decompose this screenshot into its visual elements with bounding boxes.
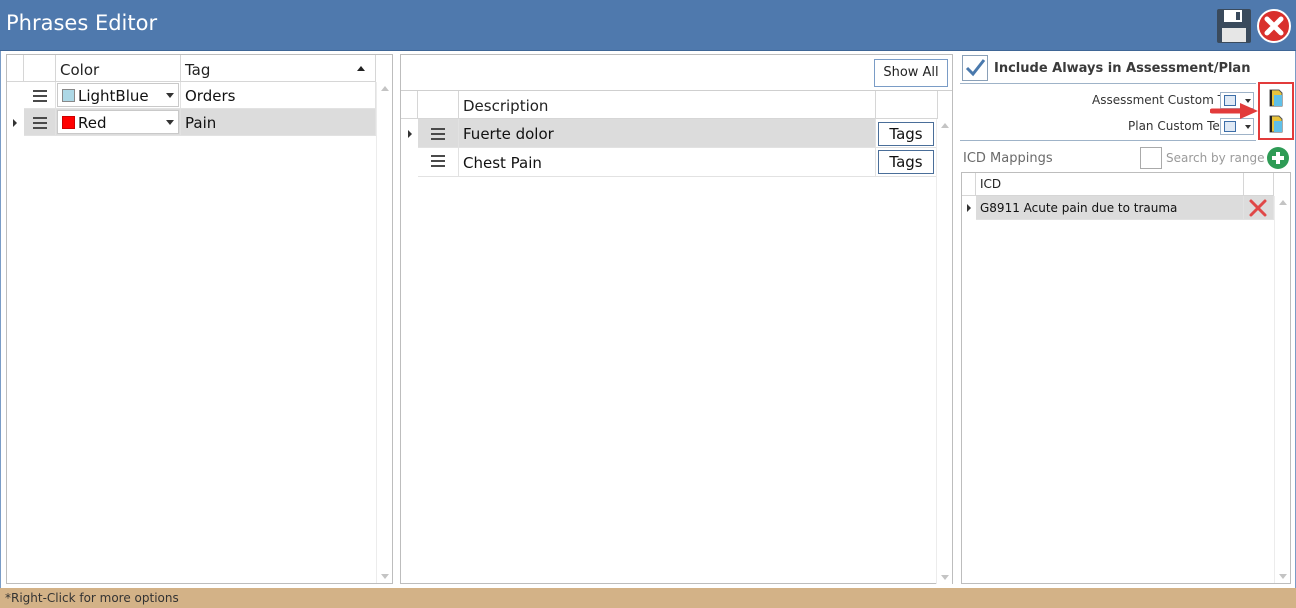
color-dropdown[interactable]: Red xyxy=(57,110,179,134)
document-icon xyxy=(1269,89,1283,107)
phrases-panel: Show All Description Fuerte dolor Tags C… xyxy=(400,54,953,584)
drag-handle[interactable] xyxy=(24,109,56,136)
description-cell[interactable]: Fuerte dolor xyxy=(459,119,876,148)
current-row-icon xyxy=(967,204,971,212)
description-column-header[interactable]: Description xyxy=(459,91,876,119)
vertical-scrollbar[interactable] xyxy=(1274,196,1290,583)
color-cell: LightBlue xyxy=(56,82,181,109)
vertical-scrollbar[interactable] xyxy=(936,119,952,584)
row-header-corner xyxy=(962,173,976,196)
scroll-up-icon[interactable] xyxy=(381,86,389,91)
include-always-checkbox[interactable] xyxy=(962,55,988,81)
color-swatch xyxy=(62,116,75,129)
save-icon xyxy=(1217,9,1251,43)
search-by-range-label: Search by range xyxy=(1166,151,1265,165)
color-dropdown[interactable]: LightBlue xyxy=(57,83,179,107)
current-row-icon xyxy=(408,130,412,138)
tags-grid: Color Tag LightBlue Orders Red Pain xyxy=(6,54,393,584)
drag-handle[interactable] xyxy=(418,148,459,177)
color-name: LightBlue xyxy=(78,87,149,105)
row-header-corner xyxy=(401,91,418,119)
drag-handle[interactable] xyxy=(418,119,459,148)
row-indicator-cell xyxy=(7,82,24,109)
current-row-icon xyxy=(13,119,17,127)
action-column-header xyxy=(1244,173,1274,196)
close-icon xyxy=(1257,9,1291,43)
scroll-down-icon[interactable] xyxy=(381,574,389,579)
include-always-label: Include Always in Assessment/Plan xyxy=(994,61,1251,76)
row-indicator-cell xyxy=(401,148,418,177)
sort-ascending-icon xyxy=(357,66,365,71)
row-indicator-cell xyxy=(7,109,24,136)
phrases-grid: Description Fuerte dolor Tags Chest Pain… xyxy=(401,90,952,584)
icd-cell[interactable]: G8911 Acute pain due to trauma xyxy=(976,196,1244,220)
assessment-document-button[interactable] xyxy=(1266,88,1286,108)
icd-column-header[interactable]: ICD xyxy=(976,173,1244,196)
color-name: Red xyxy=(78,114,107,132)
color-cell: Red xyxy=(56,109,181,136)
add-icd-button[interactable] xyxy=(1266,146,1290,170)
save-button[interactable] xyxy=(1216,8,1252,44)
tag-cell[interactable]: Orders xyxy=(181,82,376,109)
scroll-up-icon[interactable] xyxy=(941,123,949,128)
divider xyxy=(960,140,1256,141)
scroll-down-icon[interactable] xyxy=(941,575,949,580)
scroll-down-icon[interactable] xyxy=(1279,574,1287,579)
color-column-label: Color xyxy=(60,61,100,79)
phrases-editor-window: Phrases Editor Color Tag LightBlue Order… xyxy=(0,0,1296,608)
delete-icon xyxy=(1249,199,1267,217)
drag-handle[interactable] xyxy=(24,82,56,109)
drag-column-header xyxy=(418,91,459,119)
arrow-annotation xyxy=(1210,103,1258,119)
divider xyxy=(960,83,1256,84)
tags-button[interactable]: Tags xyxy=(878,122,934,146)
checkmark-icon xyxy=(965,59,986,77)
description-cell[interactable]: Chest Pain xyxy=(459,148,876,177)
hamburger-icon xyxy=(33,117,47,129)
table-row[interactable]: G8911 Acute pain due to trauma xyxy=(962,196,1274,220)
status-bar: *Right-Click for more options xyxy=(0,588,1296,608)
table-row[interactable]: Fuerte dolor Tags xyxy=(401,119,938,148)
chevron-down-icon xyxy=(1245,125,1251,129)
hamburger-icon xyxy=(431,155,445,167)
icd-column-label: ICD xyxy=(980,177,1002,191)
delete-icd-button[interactable] xyxy=(1248,198,1268,218)
description-column-label: Description xyxy=(463,97,549,115)
vertical-scrollbar[interactable] xyxy=(376,82,392,583)
search-by-range-checkbox[interactable] xyxy=(1140,147,1162,169)
hamburger-icon xyxy=(33,90,47,102)
color-swatch xyxy=(62,89,75,102)
tag-column-label: Tag xyxy=(185,61,211,79)
chevron-down-icon xyxy=(166,93,174,98)
color-column-header[interactable]: Color xyxy=(56,55,181,82)
chevron-down-icon xyxy=(166,120,174,125)
show-all-button[interactable]: Show All xyxy=(874,59,948,87)
plan-document-button[interactable] xyxy=(1266,114,1286,134)
icd-grid: ICD G8911 Acute pain due to trauma xyxy=(961,172,1291,584)
document-icon xyxy=(1269,115,1283,133)
tags-column-header xyxy=(876,91,938,119)
table-row[interactable]: Red Pain xyxy=(7,109,376,136)
close-button[interactable] xyxy=(1256,8,1292,44)
row-indicator-cell xyxy=(962,196,976,220)
tags-button[interactable]: Tags xyxy=(878,150,934,174)
table-row[interactable]: LightBlue Orders xyxy=(7,82,376,109)
row-indicator-cell xyxy=(401,119,418,148)
tag-cell[interactable]: Pain xyxy=(181,109,376,136)
window-title: Phrases Editor xyxy=(6,11,158,35)
row-header-corner xyxy=(7,55,24,82)
hamburger-icon xyxy=(431,128,445,140)
drag-column-header xyxy=(24,55,56,82)
status-text: *Right-Click for more options xyxy=(5,591,179,605)
table-row[interactable]: Chest Pain Tags xyxy=(401,148,938,177)
icd-mappings-title: ICD Mappings xyxy=(963,151,1053,166)
scroll-up-icon[interactable] xyxy=(1279,200,1287,205)
add-icon xyxy=(1267,147,1289,169)
details-panel: Include Always in Assessment/Plan Assess… xyxy=(960,54,1294,584)
text-format-icon xyxy=(1224,121,1236,132)
tag-column-header[interactable]: Tag xyxy=(181,55,376,82)
title-bar: Phrases Editor xyxy=(0,0,1296,51)
